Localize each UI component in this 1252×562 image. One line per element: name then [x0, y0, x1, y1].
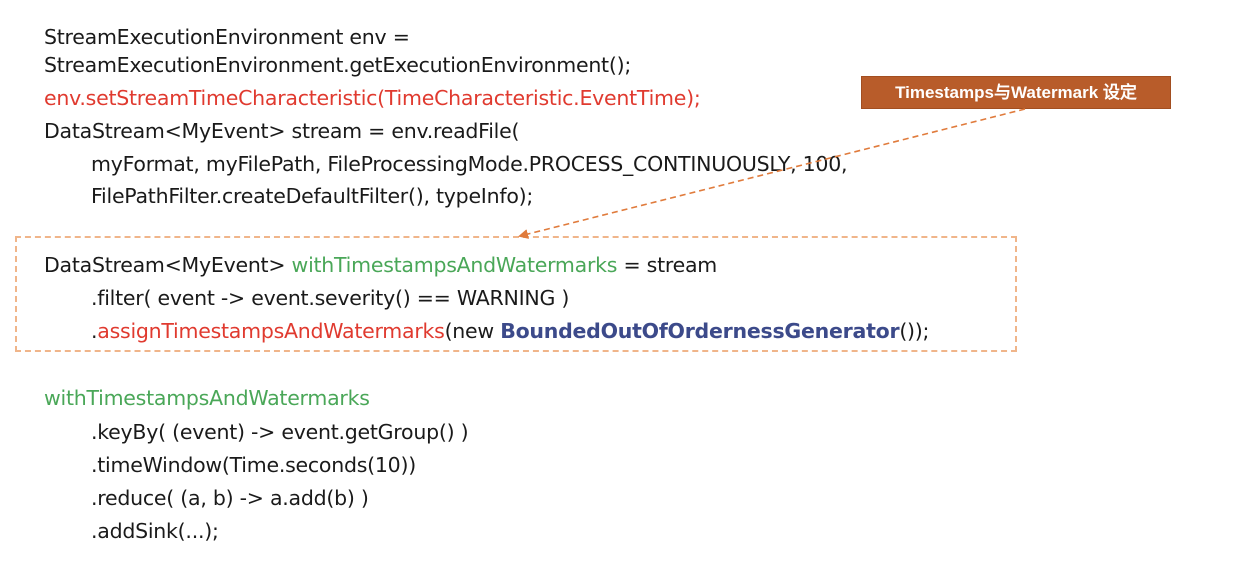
code-line-pipeline-reduce: .reduce( (a, b) -> a.add(b) ) [91, 486, 369, 510]
code-line-env-decl: StreamExecutionEnvironment env = [44, 25, 410, 49]
boxed-decl-variable: withTimestampsAndWatermarks [291, 253, 618, 277]
boxed-decl-prefix: DataStream<MyEvent> [44, 253, 292, 277]
code-line-read-file: DataStream<MyEvent> stream = env.readFil… [44, 119, 520, 143]
boxed-assign-method: assignTimestampsAndWatermarks [97, 319, 445, 343]
code-line-pipeline-var: withTimestampsAndWatermarks [44, 386, 370, 410]
code-line-get-env: StreamExecutionEnvironment.getExecutionE… [44, 53, 631, 77]
boxed-assign-class: BoundedOutOfOrdernessGenerator [500, 319, 900, 343]
code-line-boxed-decl: DataStream<MyEvent> withTimestampsAndWat… [44, 250, 717, 280]
code-line-boxed-assign: .assignTimestampsAndWatermarks(new Bound… [91, 316, 929, 346]
code-line-boxed-filter: .filter( event -> event.severity() == WA… [91, 286, 570, 310]
code-line-pipeline-addsink: .addSink(...); [91, 519, 219, 543]
boxed-assign-mid: (new [444, 319, 501, 343]
code-line-read-file-args: myFormat, myFilePath, FileProcessingMode… [91, 152, 848, 176]
code-line-read-file-filter: FilePathFilter.createDefaultFilter(), ty… [91, 184, 534, 208]
boxed-decl-suffix: = stream [617, 253, 717, 277]
code-line-set-time-characteristic: env.setStreamTimeCharacteristic(TimeChar… [44, 86, 701, 110]
code-line-pipeline-keyby: .keyBy( (event) -> event.getGroup() ) [91, 420, 469, 444]
timestamps-watermark-callout: Timestamps与Watermark 设定 [862, 77, 1170, 108]
code-line-pipeline-timewindow: .timeWindow(Time.seconds(10)) [91, 453, 416, 477]
boxed-assign-end: ()); [899, 319, 930, 343]
